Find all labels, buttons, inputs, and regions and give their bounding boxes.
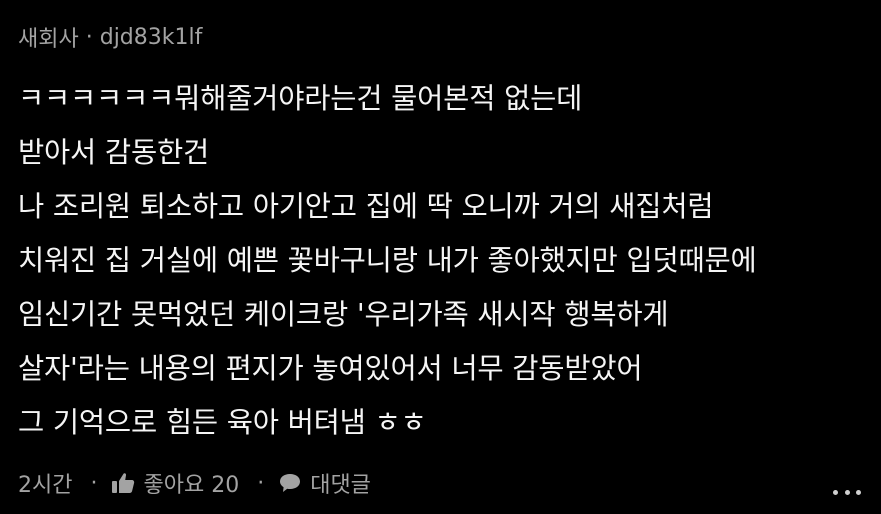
more-dot [856, 489, 861, 495]
comment-line: 나 조리원 퇴소하고 아기안고 집에 딱 오니까 거의 새집처럼 [18, 190, 714, 223]
comment-line: 살자'라는 내용의 편지가 놓여있어서 너무 감동받았어 [18, 352, 643, 385]
comment-actions: 2시간 · 좋아요 20 · 대댓글 [18, 465, 371, 501]
comment-line: 치워진 집 거실에 예쁜 꽃바구니랑 내가 좋아했지만 입덧때문에 [18, 244, 757, 277]
action-separator: · [90, 470, 98, 496]
comment-line: ㅋㅋㅋㅋㅋㅋ뭐해줄거야라는건 물어본적 없는데 [18, 82, 583, 115]
speech-bubble-icon [280, 474, 301, 492]
comment-item: 새회사 · djd83k1lf ㅋㅋㅋㅋㅋㅋ뭐해줄거야라는건 물어본적 없는데 … [0, 0, 881, 514]
thumbs-up-icon [112, 473, 135, 493]
comment-body: ㅋㅋㅋㅋㅋㅋ뭐해줄거야라는건 물어본적 없는데 받아서 감동한건 나 조리원 퇴… [18, 72, 868, 450]
meta-separator: · [85, 24, 93, 50]
more-dots-icon[interactable] [833, 482, 861, 502]
comment-line: 받아서 감동한건 [18, 136, 209, 169]
action-separator: · [257, 470, 265, 496]
like-button[interactable]: 좋아요 20 [111, 467, 239, 499]
author-label[interactable]: 새회사 [18, 21, 79, 53]
more-dot [844, 489, 850, 495]
comment-line: 그 기억으로 힘든 육아 버텨냄 ㅎㅎ [18, 406, 427, 439]
reply-button[interactable]: 대댓글 [278, 467, 371, 499]
reply-label: 대댓글 [310, 473, 371, 498]
author-username[interactable]: djd83k1lf [100, 25, 203, 50]
comment-line: 임신기간 못먹었던 케이크랑 '우리가족 새시작 행복하게 [18, 298, 669, 331]
more-dot [833, 489, 838, 495]
like-count-label: 좋아요 20 [143, 473, 240, 498]
comment-meta: 새회사 · djd83k1lf [18, 21, 203, 53]
comment-timestamp: 2시간 [18, 473, 73, 498]
